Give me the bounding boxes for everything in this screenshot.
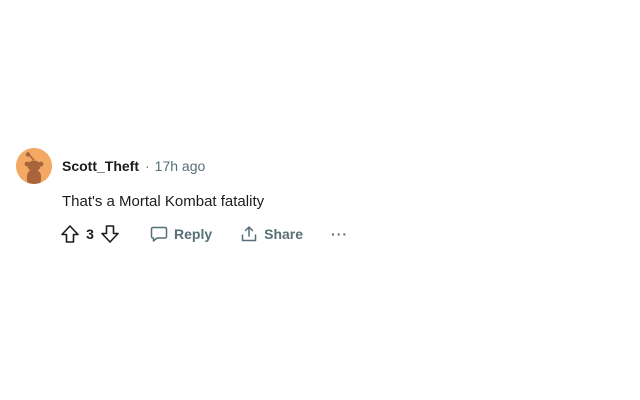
meta-separator: · bbox=[145, 158, 150, 174]
upvote-button[interactable] bbox=[58, 222, 82, 246]
timestamp[interactable]: 17h ago bbox=[155, 158, 206, 174]
snoo-avatar-icon bbox=[16, 148, 52, 184]
comment-meta: Scott_Theft · 17h ago bbox=[62, 157, 205, 175]
vote-score: 3 bbox=[86, 226, 94, 242]
downvote-arrow-icon bbox=[101, 225, 119, 243]
avatar[interactable] bbox=[16, 148, 52, 184]
upvote-arrow-icon bbox=[61, 225, 79, 243]
reply-label: Reply bbox=[174, 226, 213, 242]
share-upload-icon bbox=[241, 226, 257, 242]
speech-bubble-icon bbox=[150, 226, 168, 242]
share-button[interactable]: Share bbox=[240, 225, 303, 243]
vote-group: 3 bbox=[58, 222, 122, 246]
username-link[interactable]: Scott_Theft bbox=[62, 158, 139, 174]
reply-button[interactable]: Reply bbox=[150, 225, 212, 243]
share-label: Share bbox=[264, 226, 304, 242]
comment-actions: 3 Reply Share ··· bbox=[58, 222, 348, 246]
more-options-button[interactable]: ··· bbox=[331, 227, 348, 241]
downvote-button[interactable] bbox=[98, 222, 122, 246]
comment-body: That's a Mortal Kombat fatality bbox=[62, 193, 265, 210]
